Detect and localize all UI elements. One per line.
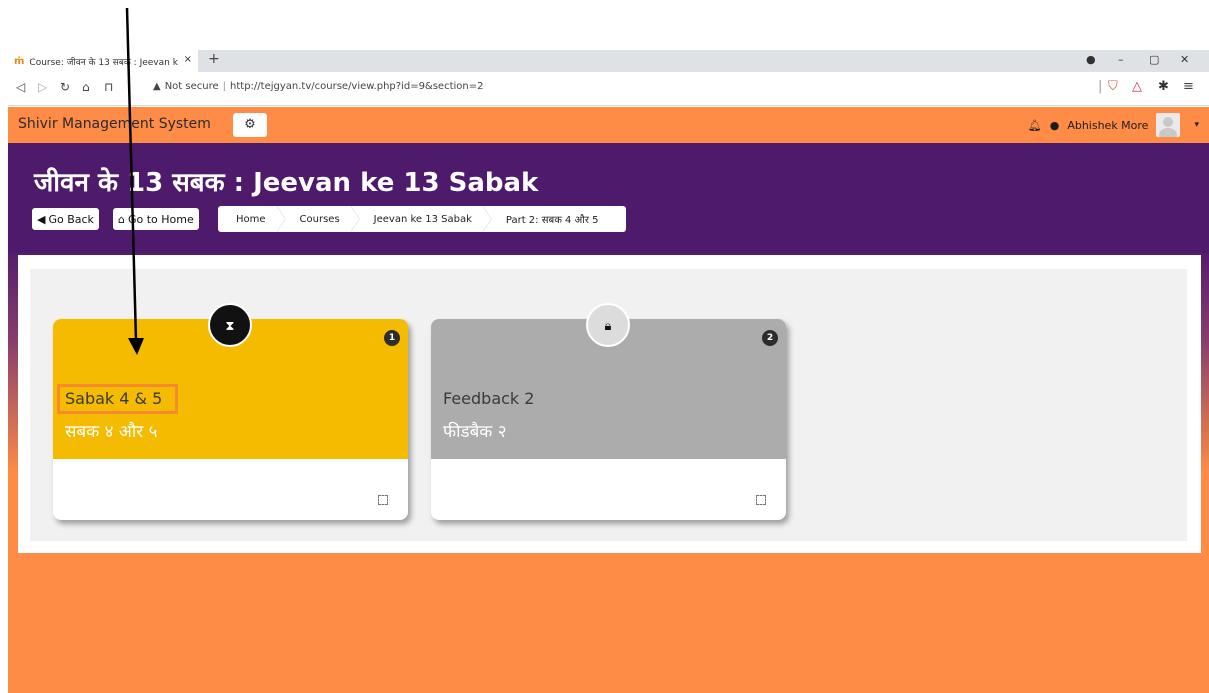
house-icon: ⌂ bbox=[118, 212, 125, 226]
go-back-button[interactable]: ◀ Go Back bbox=[32, 208, 99, 230]
brave-menu-icon[interactable]: ● bbox=[1086, 53, 1096, 66]
tile-feedback[interactable]: 🔒︎ 2 Feedback 2 फीडबैक २ bbox=[431, 303, 786, 520]
brave-rewards-icon[interactable]: △ bbox=[1132, 79, 1142, 94]
breadcrumb-section[interactable]: Part 2: सबक 4 और 5 bbox=[494, 206, 621, 232]
tile-title-hi: फीडबैक २ bbox=[443, 422, 507, 442]
chevron-down-icon: ▾ bbox=[1194, 120, 1199, 130]
lock-icon: 🔒︎ bbox=[586, 303, 630, 347]
hourglass-icon: ⧗ bbox=[208, 303, 252, 347]
tile-number: 1 bbox=[384, 330, 400, 346]
tile-title-hi: सबक ४ और ५ bbox=[65, 422, 158, 442]
section-tiles: ⧗ 1 Sabak 4 & 5 सबक ४ और ५ 🔒︎ 2 Feedback… bbox=[30, 269, 1187, 541]
tab-close-button[interactable]: × bbox=[184, 54, 192, 65]
site-navbar: Shivir Management System ⚙ 🔔︎ ● Abhishek… bbox=[8, 107, 1209, 143]
home-icon[interactable]: ⌂ bbox=[82, 80, 90, 94]
notification-bell-icon[interactable]: 🔔︎ bbox=[1028, 119, 1042, 132]
bookmark-icon[interactable]: ⊓ bbox=[104, 80, 113, 94]
avatar bbox=[1156, 113, 1181, 137]
back-icon[interactable]: ◁ bbox=[16, 80, 25, 94]
user-name: Abhishek More bbox=[1067, 118, 1149, 132]
tile-sabak[interactable]: ⧗ 1 Sabak 4 & 5 सबक ४ और ५ bbox=[53, 303, 408, 520]
favicon-icon: ṁ bbox=[14, 55, 25, 67]
extensions-icon[interactable]: ✱ bbox=[1158, 79, 1169, 94]
browser-tab[interactable]: ṁ Course: जीवन के 13 सबक : Jeevan k × bbox=[8, 50, 198, 72]
security-status: Not secure bbox=[164, 81, 219, 92]
address-bar[interactable]: ▲ Not secure | http://tejgyan.tv/course/vie… bbox=[153, 81, 483, 92]
warning-icon: ▲ bbox=[153, 81, 161, 92]
toolbar-divider: | bbox=[1098, 79, 1103, 94]
back-arrow-icon: ◀ bbox=[37, 212, 46, 226]
go-home-label: Go to Home bbox=[127, 212, 194, 226]
screenshot: ṁ Course: जीवन के 13 सबक : Jeevan k × + … bbox=[0, 0, 1209, 693]
tile-title-en: Feedback 2 bbox=[443, 389, 535, 408]
address-separator: | bbox=[222, 81, 227, 92]
tile-number: 2 bbox=[762, 330, 778, 346]
maximize-icon[interactable]: ▢ bbox=[1149, 53, 1159, 66]
settings-gear-button[interactable]: ⚙ bbox=[233, 113, 267, 137]
breadcrumb-courses[interactable]: Courses bbox=[288, 206, 362, 232]
expand-icon[interactable] bbox=[378, 495, 388, 505]
user-menu[interactable]: 🔔︎ ● Abhishek More ▾ bbox=[1028, 111, 1199, 139]
brave-shield-icon[interactable]: ⛉ bbox=[1108, 79, 1118, 94]
course-header: जीवन के 13 सबक : Jeevan ke 13 Sabak ◀ Go… bbox=[8, 143, 1209, 253]
url-text: http://tejgyan.tv/course/view.php?id=9&s… bbox=[230, 81, 484, 92]
forward-icon[interactable]: ▷ bbox=[38, 80, 47, 94]
go-home-button[interactable]: ⌂ Go to Home bbox=[113, 208, 199, 230]
reload-icon[interactable]: ↻ bbox=[60, 80, 70, 94]
expand-icon[interactable] bbox=[756, 495, 766, 505]
breadcrumb-home[interactable]: Home bbox=[224, 206, 288, 232]
course-content: ⧗ 1 Sabak 4 & 5 सबक ४ और ५ 🔒︎ 2 Feedback… bbox=[18, 255, 1201, 553]
breadcrumb-course[interactable]: Jeevan ke 13 Sabak bbox=[362, 206, 494, 232]
go-back-label: Go Back bbox=[48, 212, 94, 226]
site-brand[interactable]: Shivir Management System bbox=[18, 116, 211, 132]
minimize-icon[interactable]: – bbox=[1118, 53, 1124, 66]
messages-icon[interactable]: ● bbox=[1050, 119, 1060, 132]
tile-title-en: Sabak 4 & 5 bbox=[65, 389, 163, 408]
page-title: जीवन के 13 सबक : Jeevan ke 13 Sabak bbox=[34, 168, 539, 198]
tab-title: Course: जीवन के 13 सबक : Jeevan k bbox=[29, 57, 178, 68]
new-tab-button[interactable]: + bbox=[208, 51, 220, 67]
breadcrumb: Home Courses Jeevan ke 13 Sabak Part 2: … bbox=[218, 206, 627, 232]
close-window-icon[interactable]: ✕ bbox=[1180, 53, 1189, 66]
browser-tab-strip: ṁ Course: जीवन के 13 सबक : Jeevan k × + … bbox=[8, 50, 1209, 72]
browser-toolbar: ◁ ▷ ↻ ⌂ ⊓ ▲ Not secure | http://tejgyan.tv/… bbox=[8, 72, 1209, 106]
menu-icon[interactable]: ≡ bbox=[1183, 79, 1194, 94]
